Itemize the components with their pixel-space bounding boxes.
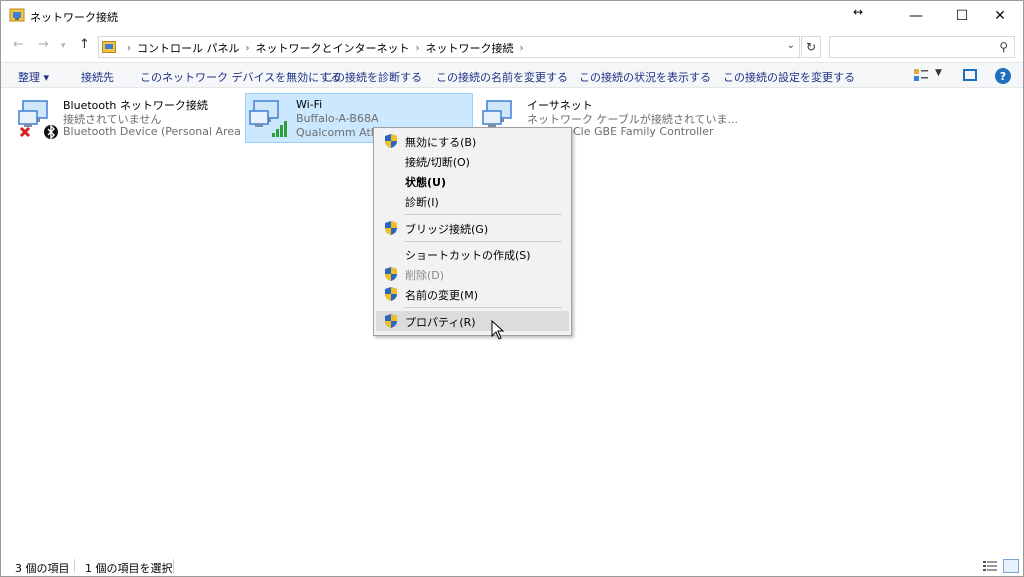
command-bar: 整理 ▾ 接続先 このネットワーク デバイスを無効にする この接続を診断する こ… bbox=[1, 62, 1023, 88]
menu-item-disable[interactable]: 無効にする(B) bbox=[376, 131, 569, 151]
chevron-right-icon[interactable]: › bbox=[520, 43, 524, 54]
minimize-button[interactable]: — bbox=[893, 1, 939, 30]
menu-item-label: 名前の変更(M) bbox=[405, 289, 479, 302]
menu-item-label: プロパティ(R) bbox=[405, 316, 476, 329]
close-button[interactable]: ✕ bbox=[977, 1, 1023, 30]
item-device: Cle GBE Family Controller bbox=[573, 125, 714, 138]
search-icon: ⚲ bbox=[999, 40, 1008, 54]
organize-button[interactable]: 整理 ▾ bbox=[18, 69, 49, 85]
uac-shield-icon bbox=[385, 314, 397, 328]
change-settings-button[interactable]: この接続の設定を変更する bbox=[723, 69, 855, 85]
item-status: Buffalo-A-B68A bbox=[296, 112, 379, 125]
connect-to-button[interactable]: 接続先 bbox=[81, 69, 114, 85]
control-panel-icon bbox=[102, 41, 116, 53]
recent-locations-icon[interactable]: ▾ bbox=[61, 41, 66, 51]
network-connections-window: ネットワーク接続 ↔ — ☐ ✕ ← → ▾ ↑ › コントロール パネル › … bbox=[0, 0, 1024, 577]
breadcrumb-network-internet[interactable]: ネットワークとインターネット bbox=[256, 40, 410, 56]
uac-shield-icon bbox=[385, 221, 397, 235]
help-icon[interactable]: ? bbox=[995, 68, 1011, 84]
menu-item-label: ブリッジ接続(G) bbox=[405, 223, 489, 236]
disable-device-button[interactable]: このネットワーク デバイスを無効にする bbox=[140, 69, 341, 85]
view-options-dropdown[interactable]: ▼ bbox=[935, 68, 942, 78]
chevron-right-icon: › bbox=[127, 42, 131, 54]
menu-item-label: 接続/切断(O) bbox=[405, 156, 470, 169]
menu-separator bbox=[404, 241, 562, 242]
item-name: Wi-Fi bbox=[296, 98, 323, 111]
chevron-right-icon[interactable]: › bbox=[246, 43, 250, 54]
network-adapter-icon bbox=[18, 100, 58, 139]
item-device: Qualcomm Athe bbox=[296, 126, 385, 139]
uac-shield-icon bbox=[385, 134, 397, 148]
mouse-cursor-icon bbox=[491, 320, 505, 340]
menu-item-label: 削除(D) bbox=[405, 269, 445, 282]
chevron-right-icon[interactable]: › bbox=[416, 43, 420, 54]
change-view-icon[interactable] bbox=[913, 68, 929, 82]
back-arrow-icon[interactable]: ← bbox=[13, 37, 24, 52]
refresh-icon: ↻ bbox=[805, 40, 817, 54]
address-bar[interactable]: › コントロール パネル › ネットワークとインターネット › ネットワーク接続… bbox=[98, 36, 800, 58]
menu-separator bbox=[404, 214, 562, 215]
menu-item-rename[interactable]: 名前の変更(M) bbox=[376, 284, 569, 304]
context-menu: 無効にする(B) 接続/切断(O) 状態(U) 診断(I) ブリッジ接続(G) … bbox=[373, 127, 572, 336]
refresh-button[interactable]: ↻ bbox=[801, 36, 821, 58]
wifi-adapter-icon bbox=[249, 100, 287, 137]
search-input[interactable]: ⚲ bbox=[829, 36, 1015, 58]
menu-item-label: 診断(I) bbox=[405, 196, 439, 209]
selected-count: 1 個の項目を選択 bbox=[85, 562, 173, 575]
up-arrow-icon[interactable]: ↑ bbox=[79, 37, 90, 52]
menu-item-diagnose[interactable]: 診断(I) bbox=[376, 191, 569, 211]
item-device: Bluetooth Device (Personal Area ... bbox=[63, 125, 255, 138]
rename-button[interactable]: この接続の名前を変更する bbox=[436, 69, 568, 85]
network-folder-icon bbox=[9, 8, 25, 22]
menu-item-label: 状態(U) bbox=[405, 176, 446, 189]
menu-item-label: 無効にする(B) bbox=[405, 136, 477, 149]
menu-item-connect-disconnect[interactable]: 接続/切断(O) bbox=[376, 151, 569, 171]
list-item-bluetooth[interactable]: Bluetooth ネットワーク接続 接続されていません Bluetooth D… bbox=[13, 93, 255, 143]
breadcrumb-control-panel[interactable]: コントロール パネル bbox=[137, 40, 240, 56]
window-title: ネットワーク接続 bbox=[30, 11, 118, 24]
menu-item-status[interactable]: 状態(U) bbox=[376, 171, 569, 191]
status-bar: 3 個の項目 1 個の項目を選択 bbox=[1, 556, 1023, 576]
forward-arrow-icon[interactable]: → bbox=[38, 37, 49, 52]
title-bar: ネットワーク接続 ↔ — ☐ ✕ bbox=[1, 1, 1023, 30]
view-status-button[interactable]: この接続の状況を表示する bbox=[579, 69, 711, 85]
status-divider bbox=[74, 559, 75, 573]
menu-item-create-shortcut[interactable]: ショートカットの作成(S) bbox=[376, 244, 569, 264]
menu-item-label: ショートカットの作成(S) bbox=[405, 249, 531, 262]
resize-arrows-icon: ↔ bbox=[853, 5, 864, 19]
chevron-down-icon[interactable]: ⌄ bbox=[787, 40, 795, 51]
item-count: 3 個の項目 bbox=[15, 562, 70, 575]
status-divider bbox=[173, 559, 174, 573]
uac-shield-icon bbox=[385, 287, 397, 301]
diagnose-button[interactable]: この接続を診断する bbox=[323, 69, 422, 85]
breadcrumb-network-connections[interactable]: ネットワーク接続 bbox=[426, 40, 514, 56]
address-row: ← → ▾ ↑ › コントロール パネル › ネットワークとインターネット › … bbox=[1, 31, 1023, 61]
menu-separator bbox=[404, 307, 562, 308]
uac-shield-icon bbox=[385, 267, 397, 281]
details-view-icon[interactable] bbox=[983, 560, 997, 572]
menu-item-delete: 削除(D) bbox=[376, 264, 569, 284]
large-icons-view-icon[interactable] bbox=[1003, 559, 1019, 573]
breadcrumb: › コントロール パネル › ネットワークとインターネット › ネットワーク接続… bbox=[121, 40, 530, 56]
preview-pane-icon[interactable] bbox=[963, 69, 977, 81]
menu-item-bridge[interactable]: ブリッジ接続(G) bbox=[376, 218, 569, 238]
menu-item-properties[interactable]: プロパティ(R) bbox=[376, 311, 569, 331]
